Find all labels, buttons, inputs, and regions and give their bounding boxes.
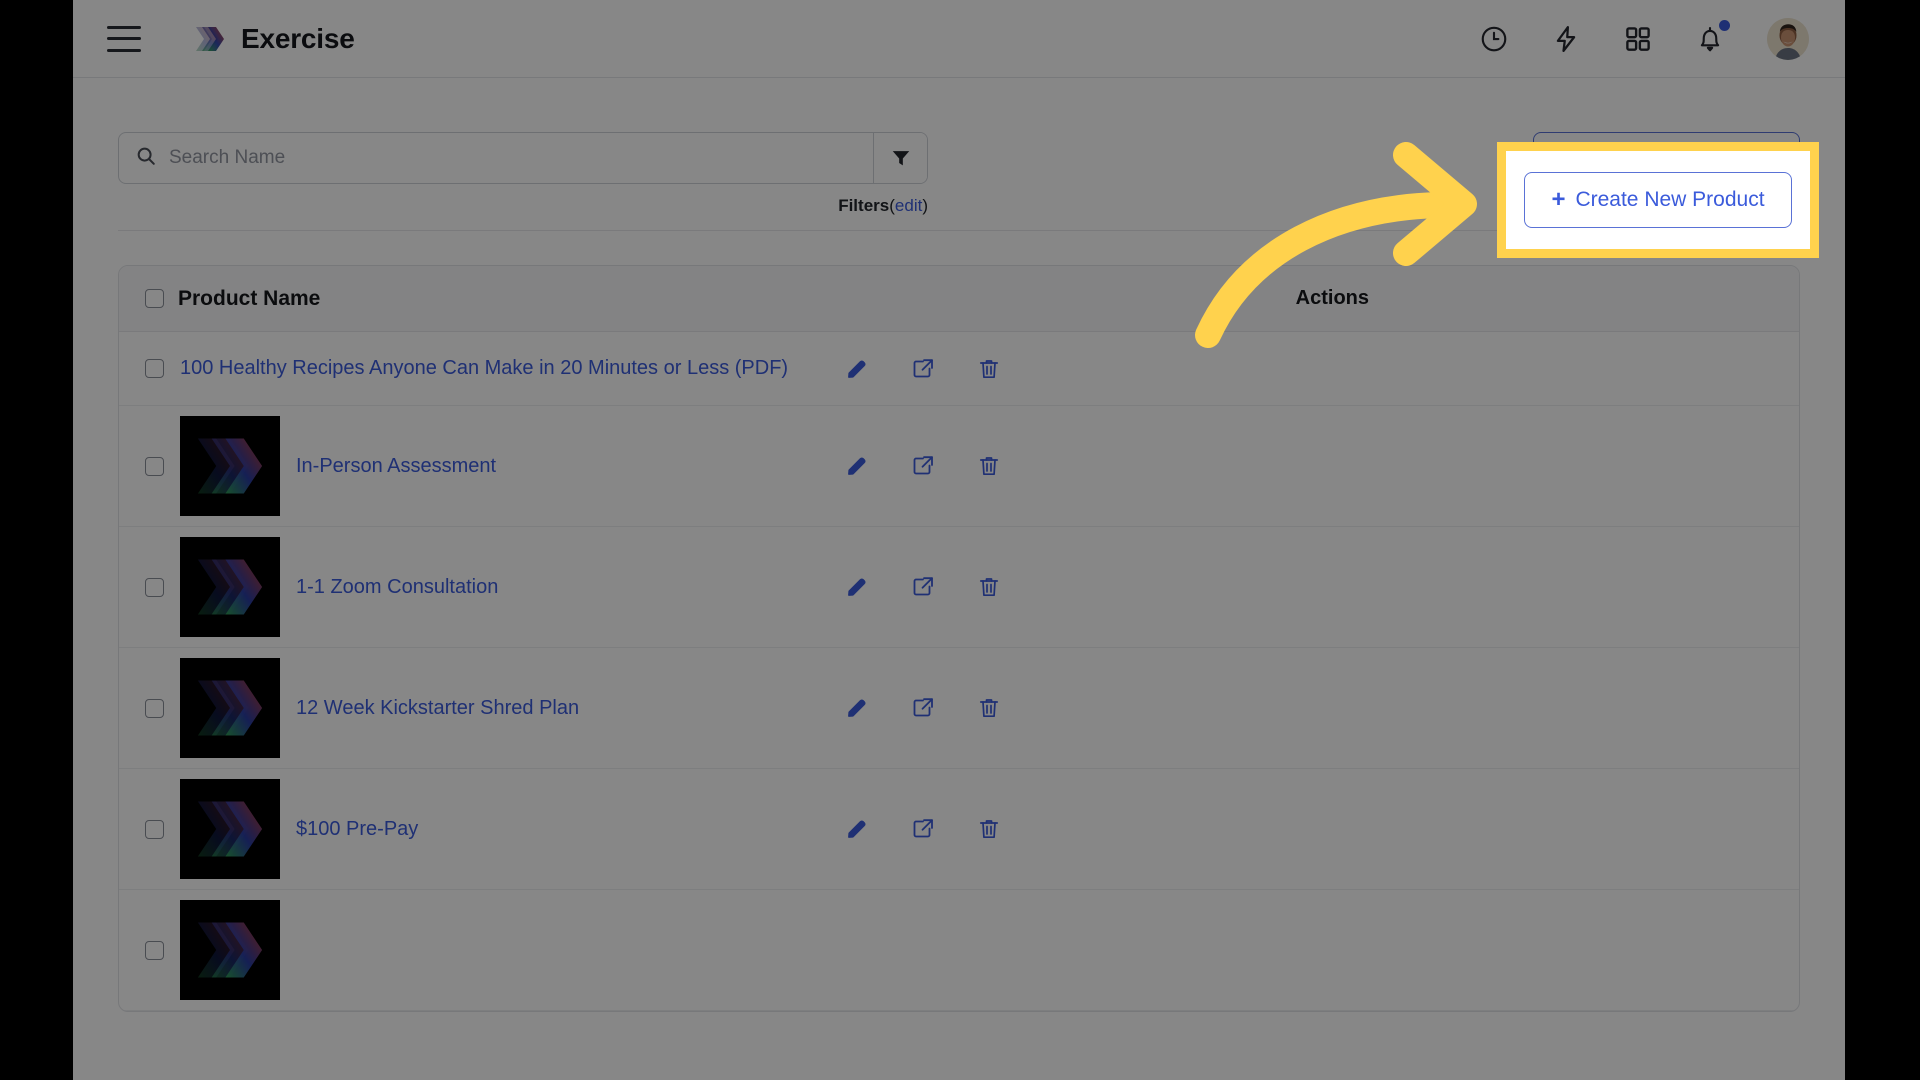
edit-pencil-icon[interactable]	[845, 357, 869, 381]
column-header-product-name-label: Product Name	[178, 286, 321, 310]
create-new-product-button[interactable]: + Create New Product	[1532, 132, 1800, 188]
hamburger-line	[107, 25, 141, 29]
bell-icon[interactable]	[1695, 19, 1730, 54]
delete-trash-icon[interactable]	[977, 817, 1001, 841]
top-navigation-bar: Exercise	[73, 0, 1845, 78]
row-checkbox[interactable]	[145, 456, 164, 476]
row-left: In-Person Assessment	[145, 416, 845, 516]
external-link-icon[interactable]	[911, 696, 935, 720]
filters-label: Filters	[838, 196, 890, 215]
filters-edit-link[interactable]: edit	[895, 196, 922, 215]
row-left: $100 Pre-Pay	[145, 779, 845, 879]
table-row[interactable]: $100 Pre-Pay	[119, 769, 1799, 890]
row-checkbox[interactable]	[145, 819, 164, 839]
hamburger-line	[107, 48, 141, 52]
row-checkbox[interactable]	[145, 577, 164, 597]
search-block: Filters(edit)	[118, 132, 928, 216]
row-left: 100 Healthy Recipes Anyone Can Make in 2…	[145, 357, 845, 380]
hamburger-line	[107, 37, 141, 40]
paren-close: )	[922, 196, 928, 215]
product-name-link[interactable]: 12 Week Kickstarter Shred Plan	[296, 697, 579, 720]
clock-icon[interactable]	[1479, 24, 1509, 54]
row-left	[145, 900, 845, 1000]
brand-name: Exercise	[241, 22, 355, 54]
chevron-stack-logo-icon	[193, 22, 227, 56]
row-actions	[845, 817, 1001, 841]
grid-apps-icon[interactable]	[1623, 24, 1653, 54]
external-link-icon[interactable]	[911, 575, 935, 599]
table-header-row: Product Name Actions	[119, 266, 1799, 332]
product-thumbnail	[180, 779, 280, 879]
toolbar-row: Filters(edit) + Create New Product	[118, 132, 1800, 231]
search-field[interactable]	[119, 133, 873, 183]
product-thumbnail	[180, 900, 280, 1000]
browser-page: Exercise Search Name Filters(edit) + Cre…	[73, 0, 1845, 1080]
row-checkbox[interactable]	[145, 359, 164, 378]
products-table: Product Name Actions 100 Healthy Recipes…	[118, 265, 1800, 1012]
lightning-bolt-icon[interactable]	[1551, 24, 1581, 54]
user-avatar[interactable]	[1767, 17, 1809, 60]
product-thumbnail	[180, 416, 280, 516]
filter-funnel-icon[interactable]	[873, 133, 927, 183]
search-icon	[135, 145, 157, 172]
topbar-actions	[1479, 17, 1809, 60]
search-bar	[118, 132, 928, 184]
row-actions	[845, 357, 1001, 381]
table-row[interactable]: 100 Healthy Recipes Anyone Can Make in 2…	[119, 332, 1799, 406]
row-checkbox[interactable]	[145, 698, 164, 718]
row-left: 12 Week Kickstarter Shred Plan	[145, 658, 845, 758]
row-actions	[845, 454, 1001, 478]
create-new-product-label: Create New Product	[1583, 148, 1773, 171]
table-row[interactable]: In-Person Assessment	[119, 406, 1799, 527]
external-link-icon[interactable]	[911, 817, 935, 841]
delete-trash-icon[interactable]	[977, 696, 1001, 720]
notification-badge-dot	[1719, 19, 1730, 31]
product-name-link[interactable]: In-Person Assessment	[296, 455, 496, 478]
external-link-icon[interactable]	[911, 357, 935, 381]
select-all-checkbox[interactable]	[145, 289, 164, 308]
product-name-link[interactable]: 1-1 Zoom Consultation	[296, 576, 498, 599]
column-header-actions: Actions	[1295, 287, 1369, 309]
row-left: 1-1 Zoom Consultation	[145, 537, 845, 637]
product-thumbnail	[180, 658, 280, 758]
search-input[interactable]	[169, 147, 857, 169]
table-row[interactable]: 1-1 Zoom Consultation	[119, 527, 1799, 648]
row-actions	[845, 696, 1001, 720]
table-row[interactable]: 12 Week Kickstarter Shred Plan	[119, 648, 1799, 769]
brand-logo-link[interactable]: Exercise	[193, 22, 355, 56]
plus-icon: +	[1559, 146, 1574, 173]
column-header-product-name: Product Name	[145, 287, 320, 311]
main-content: Filters(edit) + Create New Product Produ…	[73, 78, 1845, 1080]
edit-pencil-icon[interactable]	[845, 454, 869, 478]
delete-trash-icon[interactable]	[977, 454, 1001, 478]
external-link-icon[interactable]	[911, 454, 935, 478]
product-name-link[interactable]: 100 Healthy Recipes Anyone Can Make in 2…	[180, 357, 788, 380]
filters-label-row: Filters(edit)	[118, 196, 928, 216]
delete-trash-icon[interactable]	[977, 357, 1001, 381]
row-actions	[845, 575, 1001, 599]
row-checkbox[interactable]	[145, 940, 164, 960]
product-name-link[interactable]: $100 Pre-Pay	[296, 818, 418, 841]
table-row[interactable]	[119, 890, 1799, 1011]
screenshot-viewport: Exercise Search Name Filters(edit) + Cre…	[0, 0, 1920, 1080]
edit-pencil-icon[interactable]	[845, 696, 869, 720]
hamburger-menu-icon[interactable]	[107, 25, 141, 52]
product-thumbnail	[180, 537, 280, 637]
edit-pencil-icon[interactable]	[845, 575, 869, 599]
delete-trash-icon[interactable]	[977, 575, 1001, 599]
edit-pencil-icon[interactable]	[845, 817, 869, 841]
